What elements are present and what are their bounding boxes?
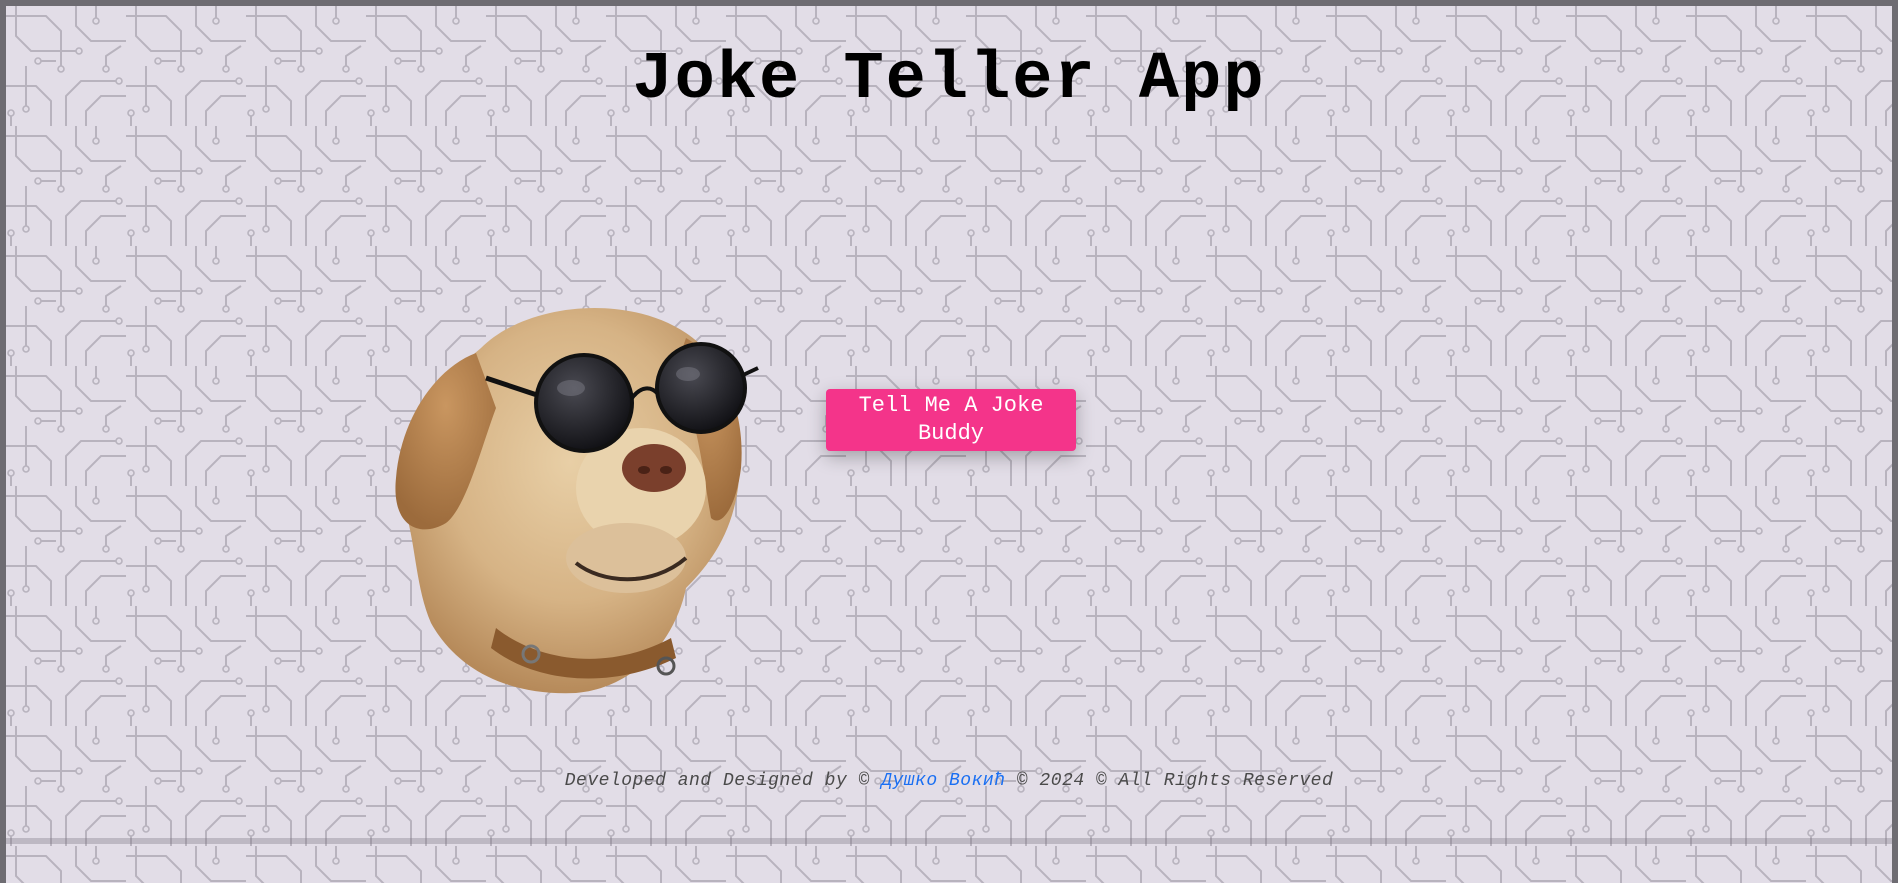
tell-joke-button[interactable]: Tell Me A Joke Buddy <box>826 389 1076 451</box>
footer-credits: Developed and Designed by © Душко Вокић … <box>6 771 1892 791</box>
app-page: Joke Teller App Tell Me A Joke Buddy Dev… <box>6 6 1892 883</box>
dog-with-sunglasses-icon <box>386 288 766 698</box>
bottom-divider <box>6 838 1892 844</box>
footer-prefix: Developed and Designed by © <box>564 771 870 791</box>
page-title: Joke Teller App <box>632 42 1266 118</box>
footer-suffix: © 2024 © All Rights Reserved <box>1016 771 1334 791</box>
author-link[interactable]: Душко Вокић <box>881 771 1005 791</box>
